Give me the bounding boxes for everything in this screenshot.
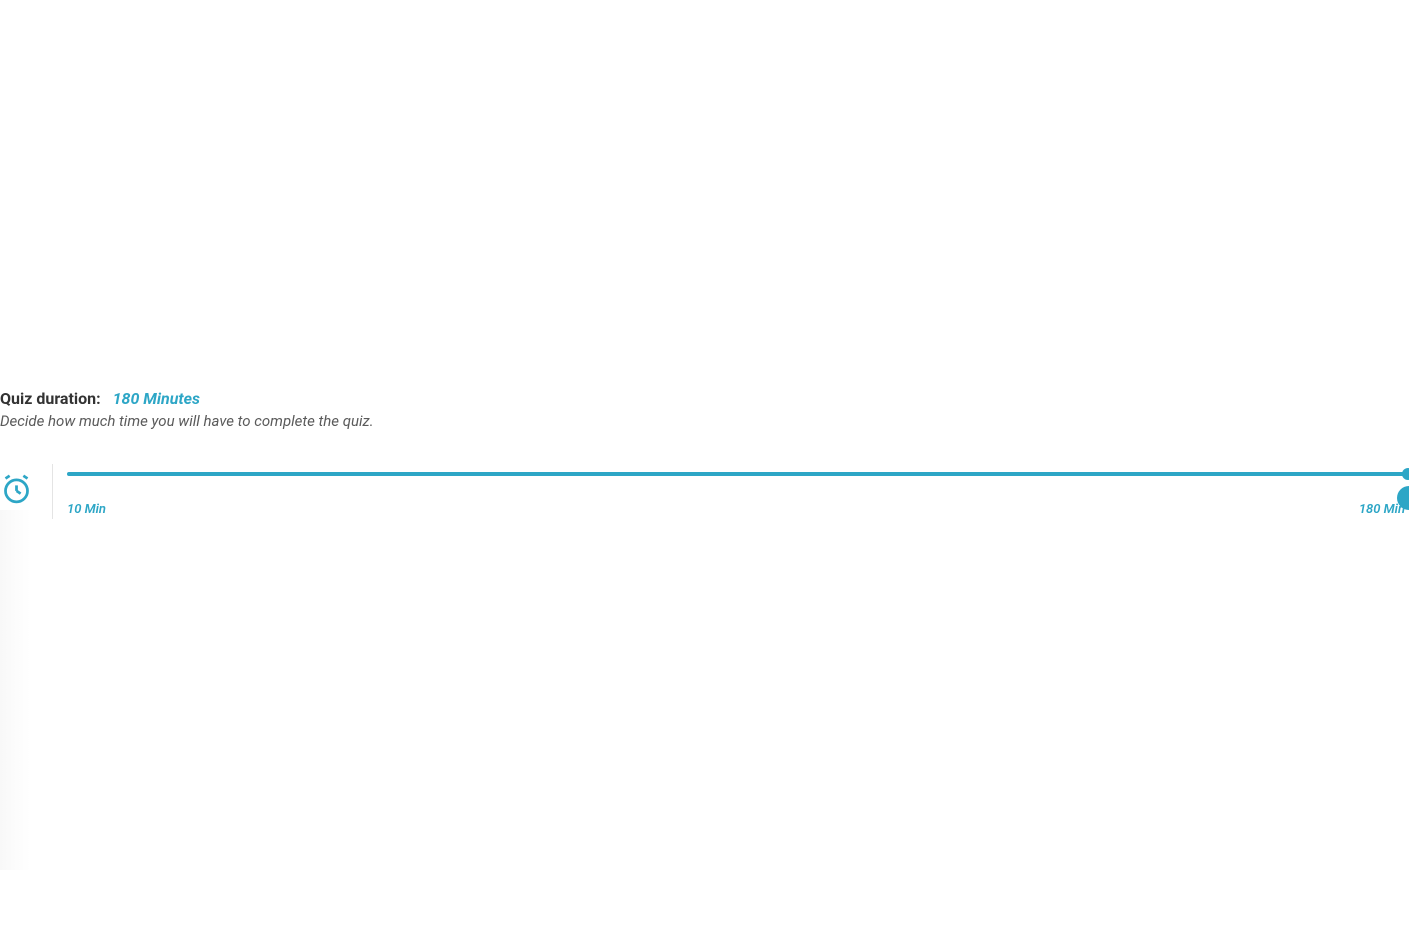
duration-value: 180 Minutes bbox=[113, 389, 200, 408]
slider-track bbox=[67, 472, 1409, 476]
clock-icon-column bbox=[0, 464, 53, 519]
duration-description: Decide how much time you will have to co… bbox=[0, 412, 1409, 430]
duration-slider[interactable]: 10 Min 180 Min bbox=[53, 464, 1409, 517]
duration-label: Quiz duration: bbox=[0, 389, 101, 408]
slider-thumb[interactable] bbox=[1402, 468, 1409, 480]
decorative-gradient bbox=[0, 510, 30, 870]
slider-min-label: 10 Min bbox=[67, 502, 106, 517]
slider-labels: 10 Min 180 Min bbox=[67, 502, 1409, 517]
duration-slider-row: 10 Min 180 Min bbox=[0, 464, 1409, 519]
quiz-duration-section: Quiz duration: 180 Minutes Decide how mu… bbox=[0, 389, 1409, 519]
alarm-clock-icon bbox=[0, 473, 33, 510]
duration-title-row: Quiz duration: 180 Minutes bbox=[0, 389, 1409, 408]
